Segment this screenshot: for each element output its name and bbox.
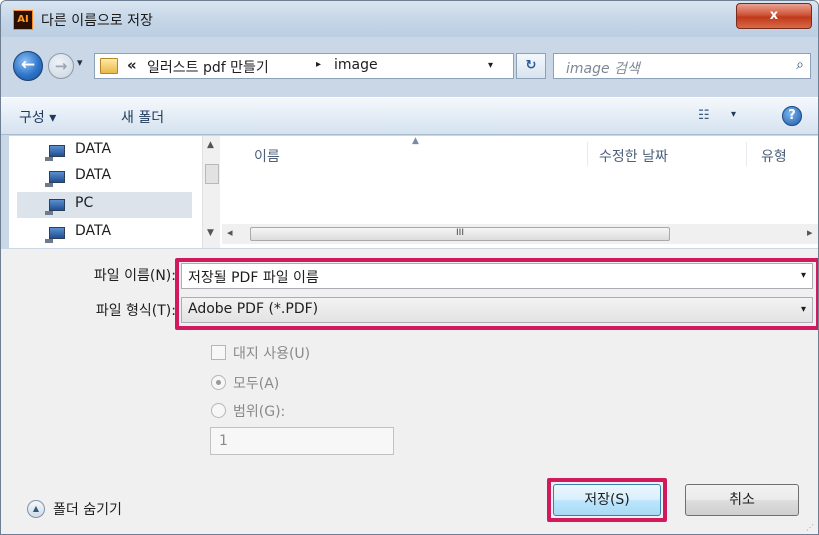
nav-item-label: DATA <box>75 223 112 239</box>
search-placeholder: image 검색 <box>566 61 640 77</box>
hide-folders-label: 폴더 숨기기 <box>53 502 122 518</box>
computer-icon <box>49 171 65 183</box>
column-header-type[interactable]: 유형 <box>761 146 787 166</box>
filename-label: 파일 이름(N): <box>93 268 176 284</box>
nav-item-data-3[interactable]: DATA <box>17 220 192 246</box>
use-artboards-label: 대지 사용(U) <box>233 346 311 362</box>
range-label: 범위(G): <box>233 404 286 420</box>
back-button[interactable]: ← <box>13 51 43 81</box>
filename-filetype-highlight <box>175 258 818 330</box>
column-divider[interactable] <box>587 142 588 166</box>
use-artboards-checkbox[interactable] <box>211 345 226 360</box>
nav-item-data-2[interactable]: DATA <box>17 164 192 190</box>
computer-icon <box>49 227 65 239</box>
column-header-name[interactable]: 이름 <box>254 146 280 166</box>
drive-stand-icon <box>45 183 53 187</box>
scroll-down-icon[interactable]: ▼ <box>207 228 214 238</box>
drive-stand-icon <box>45 211 53 215</box>
recent-locations-dropdown[interactable]: ▾ <box>77 56 83 69</box>
breadcrumb-separator-icon[interactable]: ▸ <box>316 59 321 70</box>
breadcrumb-current-folder[interactable]: image <box>334 57 378 73</box>
folder-icon <box>100 58 118 74</box>
file-list-horizontal-scrollbar[interactable]: ◂ III ▸ <box>222 224 818 244</box>
search-icon[interactable]: ⌕ <box>796 57 804 73</box>
drive-stand-icon <box>45 239 53 243</box>
close-button[interactable]: x <box>736 3 812 29</box>
column-divider[interactable] <box>746 142 747 166</box>
organize-menu-button[interactable]: 구성 ▾ <box>19 107 56 127</box>
nav-pane-scrollbar[interactable]: ▲ ▼ <box>202 136 220 248</box>
dialog-title: 다른 이름으로 저장 <box>41 13 153 29</box>
resize-grip-icon[interactable]: ⋰ <box>806 523 814 532</box>
breadcrumb-parent-folder[interactable]: 일러스트 pdf 만들기 <box>147 57 269 77</box>
computer-icon <box>49 145 65 157</box>
nav-item-label: DATA <box>75 167 112 183</box>
scroll-left-icon[interactable]: ◂ <box>227 226 233 239</box>
nav-item-data-1[interactable]: DATA <box>17 138 192 164</box>
help-icon[interactable]: ? <box>782 106 802 126</box>
cancel-button[interactable]: 취소 <box>685 484 799 516</box>
address-dropdown-icon[interactable]: ▾ <box>488 60 493 71</box>
title-bar: AI 다른 이름으로 저장 x <box>1 1 818 37</box>
new-folder-button[interactable]: 새 폴더 <box>121 107 164 127</box>
drive-stand-icon <box>45 157 53 161</box>
illustrator-app-icon: AI <box>13 10 33 30</box>
all-label: 모두(A) <box>233 376 280 392</box>
sort-ascending-icon: ▲ <box>412 136 419 146</box>
view-dropdown-icon[interactable]: ▾ <box>731 109 736 120</box>
scroll-up-icon[interactable]: ▲ <box>207 140 214 150</box>
nav-item-label: PC <box>75 195 94 211</box>
navigation-pane: DATA DATA PC DATA <box>9 136 199 248</box>
collapse-up-icon: ▲ <box>27 500 45 518</box>
command-toolbar: 구성 ▾ 새 폴더 ☷ ▾ ? <box>1 97 818 135</box>
save-as-dialog: AI 다른 이름으로 저장 x ← → ▾ « 일러스트 pdf 만들기 ▸ i… <box>0 0 819 535</box>
address-bar[interactable]: « 일러스트 pdf 만들기 ▸ image ▾ <box>94 53 514 79</box>
forward-button[interactable]: → <box>48 53 74 79</box>
nav-item-label: DATA <box>75 141 112 157</box>
range-input[interactable]: 1 <box>210 427 394 455</box>
scroll-right-icon[interactable]: ▸ <box>807 226 813 239</box>
scrollbar-thumb[interactable] <box>205 164 219 184</box>
scrollbar-thumb[interactable]: III <box>250 227 670 241</box>
nav-item-pc[interactable]: PC <box>17 192 192 218</box>
search-input[interactable]: image 검색 ⌕ <box>553 53 811 79</box>
address-overflow-chevron[interactable]: « <box>127 56 137 74</box>
radio-selected-dot <box>216 380 221 385</box>
view-options-icon[interactable]: ☷ <box>698 108 710 123</box>
all-radio[interactable] <box>211 375 226 390</box>
filetype-label: 파일 형식(T): <box>95 303 176 319</box>
refresh-button[interactable]: ↻ <box>516 53 546 79</box>
file-browser: DATA DATA PC DATA ▲ ▼ 이름 ▲ 수정한 날짜 유형 ◂ I… <box>9 136 818 248</box>
computer-icon <box>49 199 65 211</box>
save-button-highlight <box>547 478 667 522</box>
column-header-date-modified[interactable]: 수정한 날짜 <box>599 146 668 166</box>
range-radio[interactable] <box>211 403 226 418</box>
navigation-bar: ← → ▾ « 일러스트 pdf 만들기 ▸ image ▾ ↻ image 검… <box>1 45 818 87</box>
save-options-panel: 파일 이름(N): 저장될 PDF 파일 이름 ▾ 파일 형식(T): Adob… <box>1 249 818 534</box>
